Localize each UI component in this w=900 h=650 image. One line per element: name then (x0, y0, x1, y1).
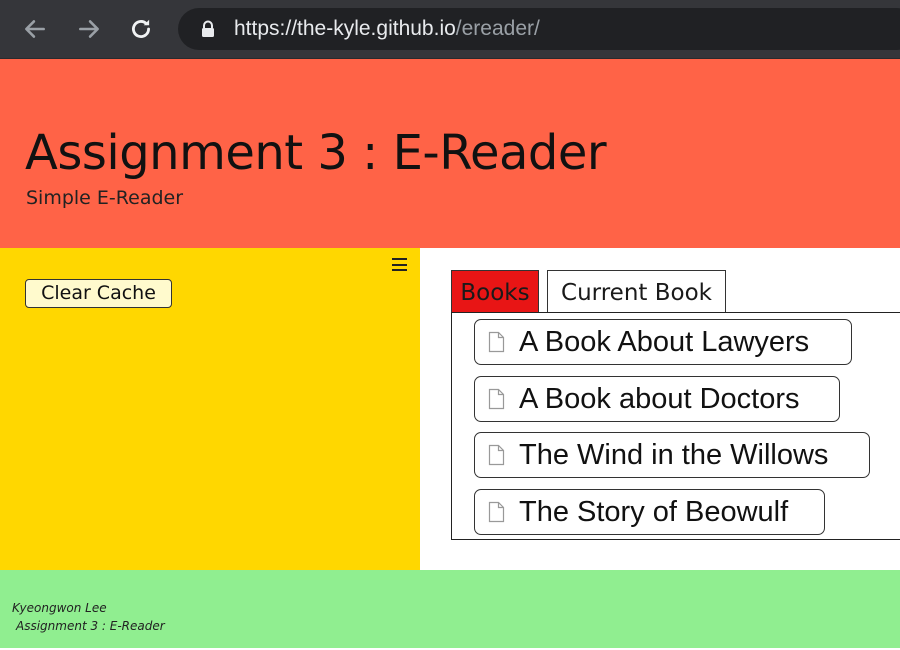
url-path: /ereader/ (455, 17, 540, 40)
browser-toolbar: https://the-kyle.github.io/ereader/ (0, 0, 900, 59)
tab-books[interactable]: Books (451, 270, 539, 312)
document-icon (488, 444, 505, 466)
reload-icon (132, 19, 150, 38)
clear-cache-button[interactable]: Clear Cache (25, 279, 172, 308)
document-icon (488, 501, 505, 523)
url-host: https://the-kyle.github.io (234, 17, 456, 40)
page-subtitle: Simple E-Reader (26, 187, 184, 209)
book-button-wind-in-the-willows[interactable]: The Wind in the Willows (474, 432, 870, 478)
address-bar[interactable]: https://the-kyle.github.io/ereader/ (178, 8, 900, 50)
document-icon (488, 388, 505, 410)
lock-icon (202, 20, 214, 37)
main-content: Books Current Book A Book About Lawyers … (420, 248, 900, 570)
book-button-doctors[interactable]: A Book about Doctors (474, 376, 840, 422)
book-button-lawyers[interactable]: A Book About Lawyers (474, 319, 852, 365)
arrow-left-icon (25, 20, 45, 38)
reload-button[interactable] (124, 12, 158, 46)
sidebar: Clear Cache (0, 248, 420, 570)
arrow-right-icon (79, 20, 99, 38)
book-title: A Book About Lawyers (519, 325, 810, 358)
forward-button[interactable] (72, 12, 106, 46)
book-button-beowulf[interactable]: The Story of Beowulf (474, 489, 825, 535)
footer-course: Assignment 3 : E-Reader (16, 619, 165, 633)
page-footer: Kyeongwon Lee Assignment 3 : E-Reader (0, 570, 900, 648)
url-text[interactable]: https://the-kyle.github.io/ereader/ (234, 17, 540, 41)
footer-author: Kyeongwon Lee (12, 601, 107, 615)
tab-current-book[interactable]: Current Book (547, 270, 726, 312)
hamburger-icon[interactable] (391, 256, 408, 273)
document-icon (488, 331, 505, 353)
books-panel: A Book About Lawyers A Book about Doctor… (451, 312, 900, 540)
page-header: Assignment 3 : E-Reader Simple E-Reader (0, 59, 900, 248)
book-title: The Wind in the Willows (519, 438, 829, 471)
book-title: A Book about Doctors (519, 382, 800, 415)
page-title: Assignment 3 : E-Reader (25, 125, 607, 181)
back-button[interactable] (18, 12, 52, 46)
book-title: The Story of Beowulf (519, 495, 789, 528)
